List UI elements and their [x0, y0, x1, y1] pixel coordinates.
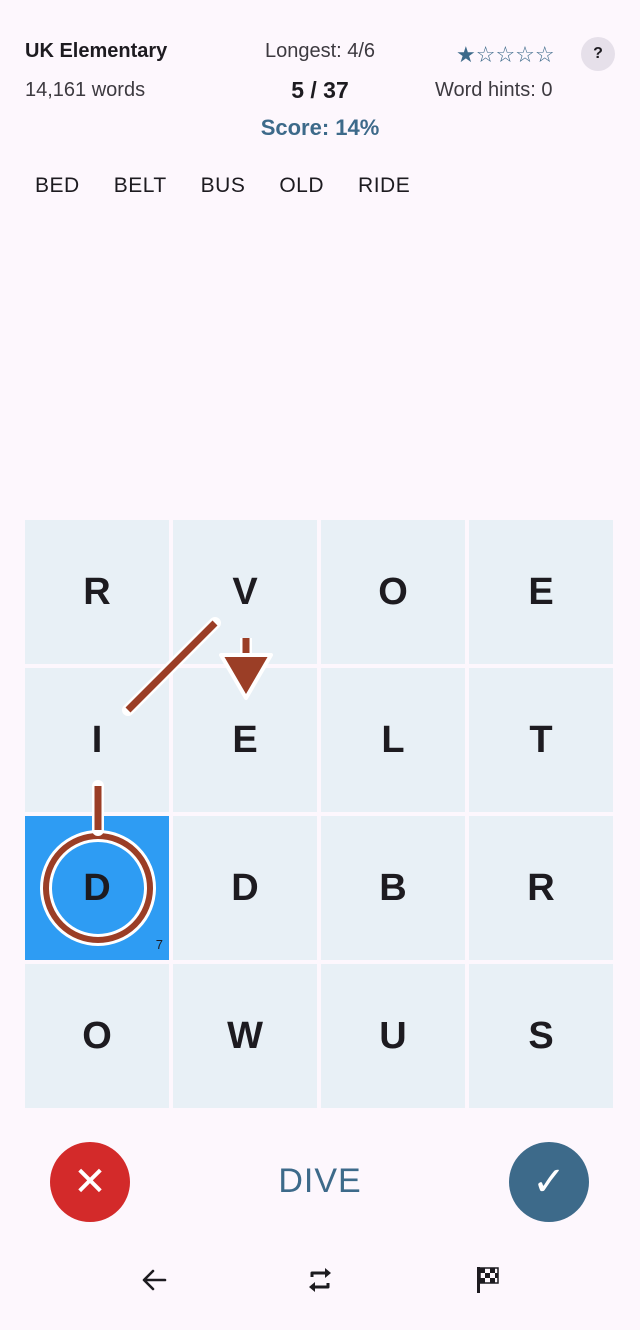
grid-cell[interactable]: U	[321, 964, 465, 1108]
star-rating: ★☆☆☆☆	[456, 42, 555, 67]
grid-cell[interactable]: O	[25, 964, 169, 1108]
grid-cell[interactable]: S	[469, 964, 613, 1108]
grid-cell[interactable]: R	[469, 816, 613, 960]
grid-cell[interactable]: R	[25, 520, 169, 664]
grid-cell-selected[interactable]: D 7	[25, 816, 169, 960]
grid-cell[interactable]: B	[321, 816, 465, 960]
found-word[interactable]: BELT	[114, 174, 167, 204]
found-words-list: BED BELT BUS OLD RIDE	[35, 174, 444, 204]
grid-cell[interactable]: T	[469, 668, 613, 812]
found-word[interactable]: BUS	[201, 174, 246, 204]
grid-cell[interactable]: O	[321, 520, 465, 664]
rotate-icon[interactable]	[300, 1260, 340, 1300]
help-button[interactable]: ?	[581, 37, 615, 71]
grid-cell-letter: D	[83, 866, 111, 909]
grid-cell[interactable]: I	[25, 668, 169, 812]
grid-cell[interactable]: V	[173, 520, 317, 664]
grid-cell[interactable]: W	[173, 964, 317, 1108]
grid-cell[interactable]: E	[469, 520, 613, 664]
found-word[interactable]: RIDE	[358, 174, 410, 204]
word-hints-counter[interactable]: Word hints: 0	[435, 79, 552, 102]
letter-grid: R V O E I E L T D 7 D B R O W U S	[25, 520, 615, 1110]
word-controls: ✕ DIVE ✓	[0, 1140, 640, 1224]
grid-cell[interactable]: E	[173, 668, 317, 812]
back-arrow-icon[interactable]	[134, 1260, 174, 1300]
cell-word-count: 7	[155, 937, 163, 952]
found-word[interactable]: OLD	[279, 174, 324, 204]
game-header: UK Elementary 14,161 words Longest: 4/6 …	[0, 0, 640, 160]
bottom-toolbar	[0, 1252, 640, 1308]
grid-cell[interactable]: D	[173, 816, 317, 960]
score-label: Score: 14%	[260, 115, 380, 140]
submit-word-button[interactable]: ✓	[509, 1142, 589, 1222]
found-word[interactable]: BED	[35, 174, 80, 204]
grid-cell[interactable]: L	[321, 668, 465, 812]
checkered-flag-icon[interactable]	[467, 1260, 507, 1300]
